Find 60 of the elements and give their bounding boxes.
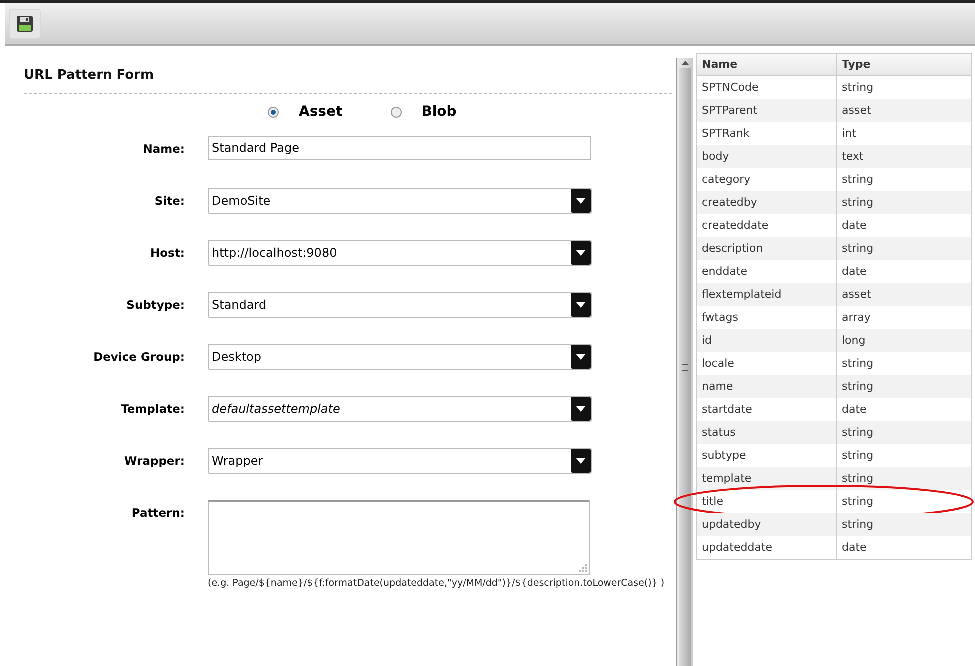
table-cell: id <box>697 329 837 352</box>
field-label: Name: <box>142 141 185 156</box>
scrollbar[interactable] <box>676 58 693 666</box>
table-cell: status <box>697 421 837 444</box>
form-title: URL Pattern Form <box>24 68 672 94</box>
column-header[interactable]: Type <box>837 54 971 75</box>
table-cell-text: string <box>841 425 875 441</box>
table-cell: description <box>697 237 837 260</box>
pattern-hint: (e.g. Page/${name}/${f:formatDate(updateddate,"yy/MM/dd")}/${description.toLowerCase()} ) <box>208 578 665 589</box>
dropdown-field[interactable]: Wrapper <box>208 448 592 474</box>
table-cell-text: string <box>841 471 875 487</box>
table-cell-text: asset <box>841 287 872 303</box>
table-cell-text: string <box>841 517 875 533</box>
field-label: Site: <box>154 193 185 208</box>
dropdown-field[interactable]: Standard <box>208 292 592 318</box>
table-cell-text: string <box>841 241 875 257</box>
field-label: Subtype: <box>126 297 185 312</box>
table-cell: name <box>697 375 837 398</box>
table-cell-text: string <box>841 80 875 96</box>
table-cell-text: string <box>841 195 875 211</box>
table-cell-text: long <box>841 333 867 349</box>
column-header[interactable]: Name <box>697 54 837 75</box>
field-label: Wrapper: <box>124 453 185 468</box>
table-cell: updateddate <box>697 536 837 559</box>
table-cell-text: date <box>841 540 868 556</box>
table-cell-text: text <box>841 149 865 165</box>
grip-icon <box>682 364 688 370</box>
field-label: Host: <box>150 245 185 260</box>
radio-option[interactable]: Blob <box>390 104 457 120</box>
table-cell: body <box>697 145 837 168</box>
field-label: Template: <box>120 401 185 416</box>
table-cell: template <box>697 467 837 490</box>
table-cell-text: int <box>841 126 858 142</box>
table-cell: createdby <box>697 191 837 214</box>
radio-option[interactable]: Asset <box>268 104 343 120</box>
table-cell-text: date <box>841 218 868 234</box>
table-cell-text: string <box>841 494 875 510</box>
resize-grip-icon <box>579 564 587 572</box>
scroll-up-icon <box>682 61 688 65</box>
field-label: Pattern: <box>130 505 185 520</box>
table-cell-text: asset <box>841 103 872 119</box>
table-cell-text: string <box>841 356 875 372</box>
dropdown-field[interactable]: http://localhost:9080 <box>208 240 592 266</box>
table-cell: flextemplateid <box>697 283 837 306</box>
table-cell-text: string <box>841 448 875 464</box>
table-cell: SPTParent <box>697 99 837 122</box>
dropdown-field[interactable]: DemoSite <box>208 188 592 214</box>
table-cell-text: date <box>841 402 868 418</box>
table-cell-text: array <box>841 310 872 326</box>
save-button[interactable] <box>9 8 41 38</box>
text-field[interactable]: Standard Page <box>208 136 591 160</box>
table-cell-text: string <box>841 379 875 395</box>
table-cell: updatedby <box>697 513 837 536</box>
table-cell-text: date <box>841 264 868 280</box>
textarea-field[interactable] <box>208 500 590 575</box>
dropdown-field[interactable]: Desktop <box>208 344 592 370</box>
table-cell-text: string <box>841 172 875 188</box>
dropdown-field[interactable]: defaultassettemplate <box>208 396 592 422</box>
scrollbar-thumb[interactable] <box>679 68 691 666</box>
field-label: Device Group: <box>92 349 185 364</box>
